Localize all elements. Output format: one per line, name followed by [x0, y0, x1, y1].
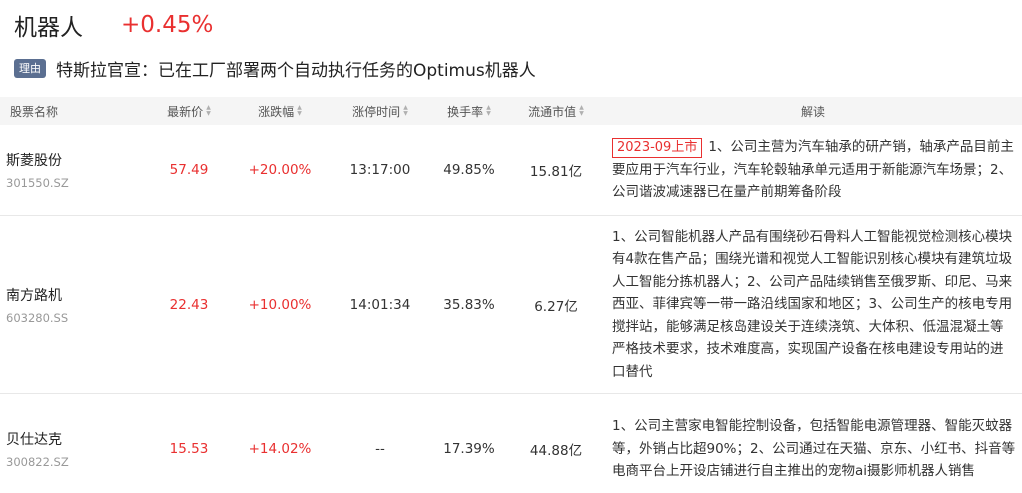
column-header-change[interactable]: 涨跌幅 ▲ ▼	[230, 97, 330, 125]
stock-name-cell[interactable]: 南方路机 603280.SS	[0, 216, 148, 393]
sort-icon[interactable]: ▲ ▼	[206, 105, 211, 117]
column-header-note: 解读	[800, 104, 825, 119]
stock-name[interactable]: 斯菱股份	[6, 150, 62, 170]
stock-name-cell[interactable]: 斯菱股份 301550.SZ	[0, 125, 148, 215]
stock-code: 603280.SS	[6, 310, 69, 325]
reason-bar: 理由 特斯拉官宣：已在工厂部署两个自动执行任务的Optimus机器人	[14, 56, 536, 81]
market-cap-cell: 44.88亿	[529, 443, 583, 459]
reason-tag: 理由	[14, 59, 46, 78]
price-cell: 57.49	[169, 162, 209, 178]
column-header-limit-time[interactable]: 涨停时间 ▲ ▼	[330, 97, 430, 125]
sort-icon[interactable]: ▲ ▼	[486, 105, 491, 117]
note-cell: 2023-09上市 1、公司主营为汽车轴承的研产销，轴承产品目前主要应用于汽车行业…	[604, 125, 1022, 215]
turnover-cell: 49.85%	[443, 162, 495, 178]
change-cell: +14.02%	[248, 441, 312, 457]
listing-badge: 2023-09上市	[612, 138, 703, 159]
page-header: 机器人 +0.45%	[14, 8, 213, 42]
limit-time-cell: --	[375, 441, 385, 457]
change-cell: +10.00%	[248, 296, 312, 313]
table-row[interactable]: 斯菱股份 301550.SZ 57.49 +20.00% 13:17:00 49…	[0, 125, 1022, 216]
note-cell: 1、公司主营家电智能控制设备，包括智能电源管理器、智能灭蚊器等，外销占比超90%…	[604, 394, 1022, 493]
turnover-cell: 35.83%	[443, 296, 495, 313]
change-cell: +20.00%	[248, 162, 312, 178]
table-row[interactable]: 贝仕达克 300822.SZ 15.53 +14.02% -- 17.39% 4…	[0, 394, 1022, 493]
stock-code: 301550.SZ	[6, 176, 69, 190]
price-cell: 15.53	[169, 441, 209, 457]
stock-name[interactable]: 南方路机	[6, 285, 62, 305]
sort-icon[interactable]: ▲ ▼	[297, 105, 302, 117]
stock-name-cell[interactable]: 贝仕达克 300822.SZ	[0, 394, 148, 493]
column-header-price[interactable]: 最新价 ▲ ▼	[148, 97, 230, 125]
price-cell: 22.43	[169, 296, 209, 313]
limit-time-cell: 14:01:34	[349, 296, 411, 313]
column-header-market-cap[interactable]: 流通市值 ▲ ▼	[508, 97, 604, 125]
table-header: 股票名称 最新价 ▲ ▼ 涨跌幅 ▲ ▼ 涨停时间 ▲ ▼ 换手率 ▲ ▼ 流通市值 ▲…	[0, 97, 1022, 125]
note-cell: 1、公司智能机器人产品有围绕砂石骨料人工智能视觉检测核心模块有4款在售产品；围绕…	[604, 216, 1022, 393]
note-text: 1、公司主营家电智能控制设备，包括智能电源管理器、智能灭蚊器等，外销占比超90%…	[612, 418, 1016, 480]
turnover-cell: 17.39%	[443, 441, 495, 457]
column-header-turnover[interactable]: 换手率 ▲ ▼	[430, 97, 508, 125]
sort-icon[interactable]: ▲ ▼	[579, 105, 584, 117]
reason-text: 特斯拉官宣：已在工厂部署两个自动执行任务的Optimus机器人	[56, 61, 536, 81]
note-text: 2023-09上市 1、公司主营为汽车轴承的研产销，轴承产品目前主要应用于汽车行业…	[612, 136, 1016, 204]
stock-table: 股票名称 最新价 ▲ ▼ 涨跌幅 ▲ ▼ 涨停时间 ▲ ▼ 换手率 ▲ ▼ 流通市值 ▲…	[0, 97, 1022, 493]
market-cap-cell: 6.27亿	[534, 298, 578, 315]
stock-name[interactable]: 贝仕达克	[6, 429, 62, 449]
stock-code: 300822.SZ	[6, 455, 69, 469]
limit-time-cell: 13:17:00	[349, 162, 411, 178]
column-header-name: 股票名称	[10, 104, 59, 119]
sort-icon[interactable]: ▲ ▼	[403, 105, 408, 117]
market-cap-cell: 15.81亿	[529, 164, 583, 180]
sector-change: +0.45%	[121, 12, 214, 38]
note-text: 1、公司智能机器人产品有围绕砂石骨料人工智能视觉检测核心模块有4款在售产品；围绕…	[612, 228, 1013, 380]
sector-title: 机器人	[14, 15, 83, 41]
table-row[interactable]: 南方路机 603280.SS 22.43 +10.00% 14:01:34 35…	[0, 216, 1022, 394]
